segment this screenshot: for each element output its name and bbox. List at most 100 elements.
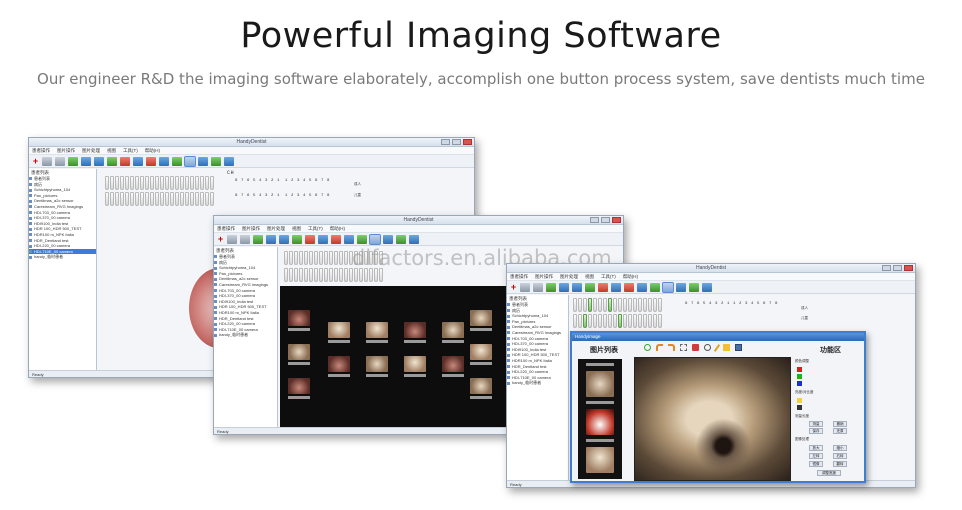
close-button[interactable] bbox=[463, 139, 472, 145]
gallery-thumbnail[interactable] bbox=[288, 378, 310, 394]
gallery-thumbnail[interactable] bbox=[366, 322, 388, 338]
delete-icon[interactable] bbox=[520, 282, 530, 292]
radio-child[interactable]: 儿童 bbox=[354, 193, 361, 198]
radio-adult[interactable]: 成人 bbox=[354, 182, 361, 187]
menu-item-help[interactable]: 帮助(H) bbox=[145, 147, 160, 154]
redo-icon[interactable] bbox=[668, 344, 675, 351]
menu-item-process[interactable]: 图片处理 bbox=[82, 147, 100, 154]
gallery-thumbnail[interactable] bbox=[442, 322, 464, 338]
layout-icon[interactable] bbox=[81, 156, 91, 166]
minimize-button[interactable] bbox=[882, 265, 891, 271]
capture-icon[interactable] bbox=[279, 234, 289, 244]
menu-item-process[interactable]: 图片处理 bbox=[560, 273, 578, 280]
add-patient-icon[interactable]: + bbox=[510, 282, 517, 292]
import-icon[interactable] bbox=[292, 234, 302, 244]
red-channel-swatch[interactable] bbox=[797, 367, 802, 372]
menu-item-image[interactable]: 图片操作 bbox=[57, 147, 75, 154]
compare-icon[interactable] bbox=[318, 234, 328, 244]
settings-icon[interactable] bbox=[396, 234, 406, 244]
menu-item-tools[interactable]: 工具(T) bbox=[601, 273, 616, 280]
import-icon[interactable] bbox=[585, 282, 595, 292]
close-button[interactable] bbox=[904, 265, 913, 271]
gallery-icon[interactable] bbox=[676, 282, 686, 292]
add-patient-icon[interactable]: + bbox=[217, 234, 224, 244]
gallery-thumbnail[interactable] bbox=[404, 322, 426, 338]
print-icon[interactable] bbox=[624, 282, 634, 292]
search-icon[interactable] bbox=[240, 234, 250, 244]
camera-icon[interactable] bbox=[357, 234, 367, 244]
gallery-thumbnail[interactable] bbox=[404, 356, 426, 372]
import-icon[interactable] bbox=[107, 156, 117, 166]
move-icon[interactable] bbox=[680, 344, 687, 351]
tree-item[interactable]: Carestream_RVG Imagings bbox=[507, 330, 568, 336]
close-button[interactable] bbox=[612, 217, 621, 223]
image-view-icon[interactable] bbox=[184, 155, 196, 167]
monitor-icon[interactable] bbox=[224, 156, 234, 166]
menu-item-patient[interactable]: 患者操作 bbox=[32, 147, 50, 154]
zoom-out-button[interactable]: 缩小 bbox=[833, 445, 847, 451]
export-icon[interactable] bbox=[598, 282, 608, 292]
intraoral-image[interactable] bbox=[634, 357, 791, 481]
edit-icon[interactable] bbox=[68, 156, 78, 166]
undo-button[interactable]: 撤销 bbox=[833, 421, 847, 427]
menu-item-patient[interactable]: 患者操作 bbox=[510, 273, 528, 280]
gallery-thumbnail[interactable] bbox=[470, 378, 492, 394]
settings-icon[interactable] bbox=[211, 156, 221, 166]
menu-item-help[interactable]: 帮助(H) bbox=[623, 273, 638, 280]
camera-icon[interactable] bbox=[650, 282, 660, 292]
blue-channel-swatch[interactable] bbox=[797, 381, 802, 386]
tree-item[interactable]: handy_临时患者 bbox=[214, 332, 277, 338]
export-icon[interactable] bbox=[120, 156, 130, 166]
menu-item-image[interactable]: 图片操作 bbox=[242, 225, 260, 232]
edit-icon[interactable] bbox=[546, 282, 556, 292]
maximize-button[interactable] bbox=[601, 217, 610, 223]
camera-icon[interactable] bbox=[172, 156, 182, 166]
monitor-icon[interactable] bbox=[702, 282, 712, 292]
tooth-chart-lower[interactable] bbox=[105, 192, 214, 206]
contrast-icon[interactable] bbox=[797, 405, 802, 410]
menu-item-process[interactable]: 图片处理 bbox=[267, 225, 285, 232]
capture-icon[interactable] bbox=[94, 156, 104, 166]
print-icon[interactable] bbox=[331, 234, 341, 244]
image-thumbnail[interactable] bbox=[586, 371, 614, 397]
image-view-icon[interactable] bbox=[662, 281, 674, 293]
tree-item[interactable]: handy_临时患者 bbox=[29, 254, 96, 260]
settings-icon[interactable] bbox=[689, 282, 699, 292]
zoom-icon[interactable] bbox=[704, 344, 711, 351]
export-icon[interactable] bbox=[305, 234, 315, 244]
pen-icon[interactable] bbox=[713, 344, 721, 352]
search-icon[interactable] bbox=[533, 282, 543, 292]
monitor-icon[interactable] bbox=[409, 234, 419, 244]
maximize-button[interactable] bbox=[893, 265, 902, 271]
image-view-icon[interactable] bbox=[369, 233, 381, 245]
layout-icon[interactable] bbox=[266, 234, 276, 244]
tooth-chart-lower[interactable] bbox=[284, 268, 383, 282]
gallery-thumbnail[interactable] bbox=[288, 344, 310, 360]
minimize-button[interactable] bbox=[441, 139, 450, 145]
compare-icon[interactable] bbox=[611, 282, 621, 292]
save-button[interactable]: 保存 bbox=[809, 428, 823, 434]
menu-item-help[interactable]: 帮助(H) bbox=[330, 225, 345, 232]
compare-icon[interactable] bbox=[133, 156, 143, 166]
gallery-thumbnail[interactable] bbox=[288, 310, 310, 326]
restore-button[interactable]: 还原 bbox=[833, 428, 847, 434]
sensor-icon[interactable] bbox=[159, 156, 169, 166]
refresh-icon[interactable] bbox=[644, 344, 651, 351]
image-thumbnail[interactable] bbox=[586, 409, 614, 435]
flip-button[interactable]: 翻转 bbox=[833, 461, 847, 467]
print-icon[interactable] bbox=[146, 156, 156, 166]
zoom-in-button[interactable]: 放大 bbox=[809, 445, 823, 451]
save-icon[interactable] bbox=[735, 344, 742, 351]
sensor-icon[interactable] bbox=[344, 234, 354, 244]
menu-item-view[interactable]: 视图 bbox=[585, 273, 594, 280]
radio-adult[interactable]: 成人 bbox=[801, 306, 808, 311]
menu-item-view[interactable]: 视图 bbox=[107, 147, 116, 154]
menu-item-view[interactable]: 视图 bbox=[292, 225, 301, 232]
menu-item-patient[interactable]: 患者操作 bbox=[217, 225, 235, 232]
green-channel-swatch[interactable] bbox=[797, 374, 802, 379]
search-icon[interactable] bbox=[55, 156, 65, 166]
gallery-thumbnail[interactable] bbox=[470, 344, 492, 360]
brightness-icon[interactable] bbox=[797, 398, 802, 403]
tree-item[interactable]: handy_临时患者 bbox=[507, 380, 568, 386]
fit-width-button[interactable]: 调整宽度 bbox=[817, 470, 841, 476]
